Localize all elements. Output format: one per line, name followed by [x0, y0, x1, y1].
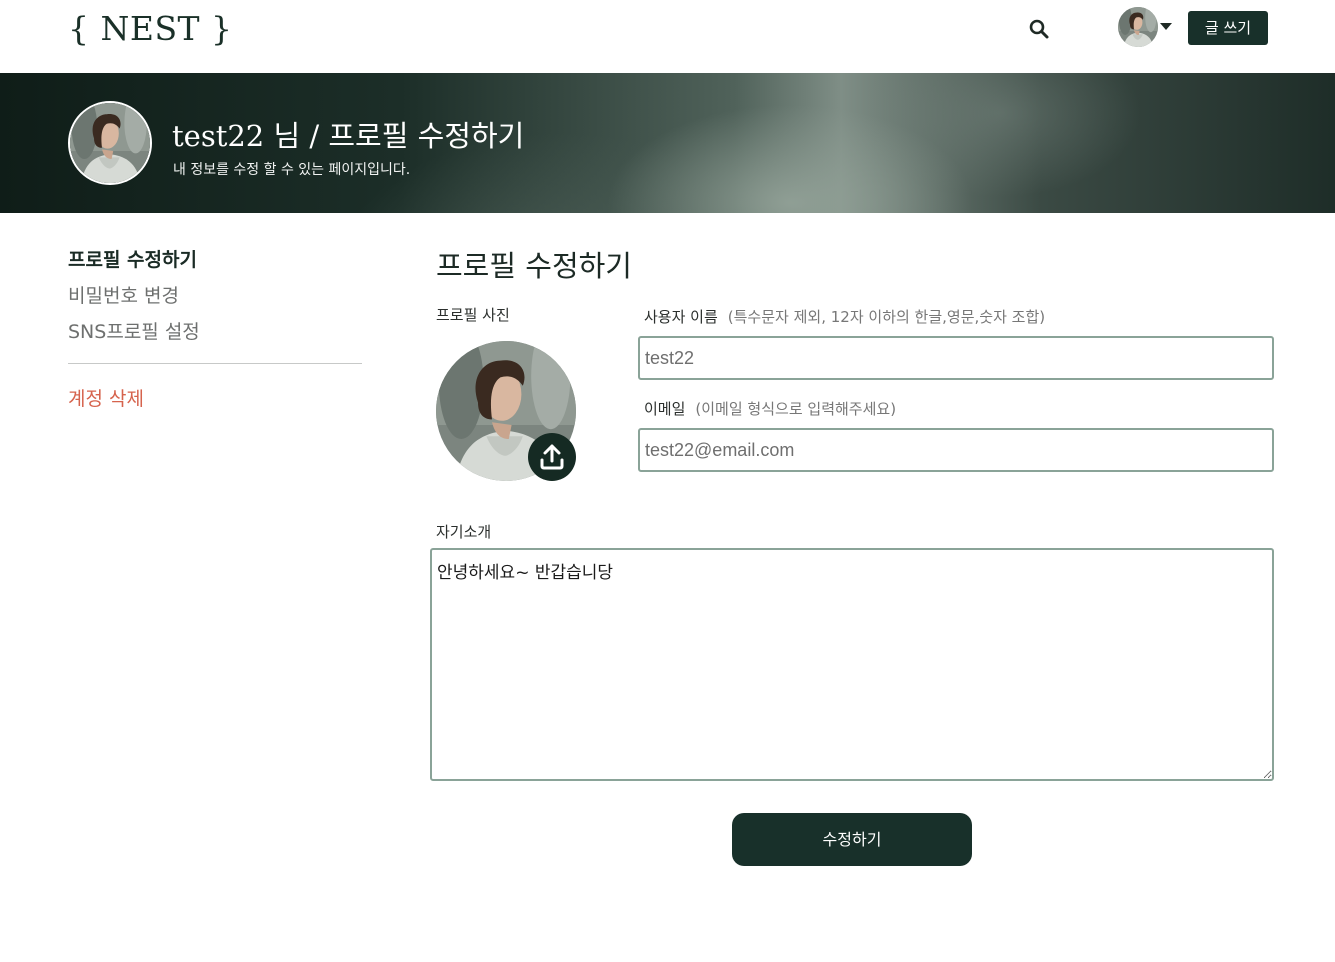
banner-title: test22 님 / 프로필 수정하기 — [172, 119, 525, 153]
intro-textarea[interactable]: 안녕하세요~ 반갑습니당 — [430, 548, 1274, 781]
username-label-text: 사용자 이름 — [644, 308, 718, 326]
page-title: 프로필 수정하기 — [436, 249, 632, 283]
upload-icon — [540, 444, 564, 470]
upload-photo-button[interactable] — [528, 433, 576, 481]
banner-subtitle: 내 정보를 수정 할 수 있는 페이지입니다. — [173, 162, 411, 178]
profile-banner: test22 님 / 프로필 수정하기 내 정보를 수정 할 수 있는 페이지입… — [0, 73, 1335, 213]
write-post-button[interactable]: 글 쓰기 — [1188, 11, 1268, 45]
sidebar-item-delete-account[interactable]: 계정 삭제 — [68, 384, 144, 411]
user-avatar[interactable] — [1118, 7, 1158, 47]
search-icon[interactable] — [1027, 17, 1051, 41]
profile-photo-label: 프로필 사진 — [436, 306, 510, 324]
email-hint: (이메일 형식으로 입력해주세요) — [695, 400, 897, 418]
top-navbar: { NEST } 글 쓰기 — [0, 0, 1335, 73]
sidebar-item-change-password[interactable]: 비밀번호 변경 — [68, 281, 179, 308]
email-input[interactable] — [638, 428, 1274, 472]
email-label: 이메일 (이메일 형식으로 입력해주세요) — [644, 398, 896, 419]
banner-avatar — [68, 101, 152, 185]
email-label-text: 이메일 — [644, 400, 686, 418]
sidebar-divider — [68, 363, 362, 364]
caret-down-icon[interactable] — [1160, 23, 1172, 30]
username-label: 사용자 이름 (특수문자 제외, 12자 이하의 한글,영문,숫자 조합) — [644, 306, 1045, 327]
sidebar-item-edit-profile[interactable]: 프로필 수정하기 — [68, 245, 197, 272]
sidebar-item-sns-profile[interactable]: SNS프로필 설정 — [68, 317, 200, 344]
submit-button[interactable]: 수정하기 — [732, 813, 972, 866]
username-hint: (특수문자 제외, 12자 이하의 한글,영문,숫자 조합) — [727, 308, 1046, 326]
intro-label: 자기소개 — [436, 523, 492, 541]
site-logo[interactable]: { NEST } — [68, 9, 233, 48]
username-input[interactable] — [638, 336, 1274, 380]
